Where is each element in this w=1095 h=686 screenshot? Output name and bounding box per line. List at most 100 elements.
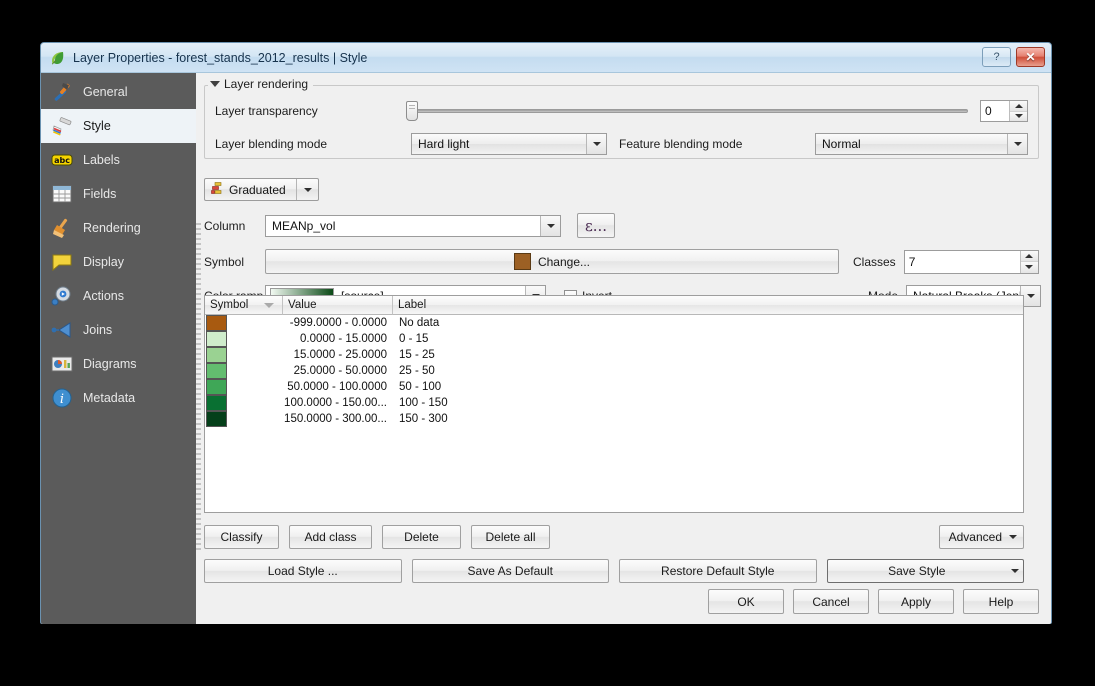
class-color-swatch[interactable] (206, 411, 227, 427)
class-color-swatch[interactable] (206, 379, 227, 395)
class-color-swatch[interactable] (206, 395, 227, 411)
slider-handle[interactable] (406, 101, 418, 121)
restore-default-style-button[interactable]: Restore Default Style (619, 559, 817, 583)
column-header-value[interactable]: Value (283, 296, 393, 315)
sidebar-item-label: Labels (83, 153, 120, 167)
save-as-default-button[interactable]: Save As Default (411, 559, 609, 583)
layer-transparency-slider[interactable] (406, 101, 968, 121)
help-button[interactable]: Help (963, 589, 1039, 614)
spin-down-button[interactable] (1020, 262, 1038, 273)
cell-value[interactable]: 25.0000 - 50.0000 (283, 363, 393, 379)
expression-builder-button[interactable]: ε... (577, 213, 615, 238)
layer-rendering-group: Layer rendering Layer transparency 0 Lay… (204, 77, 1039, 159)
sidebar-item-joins[interactable]: Joins (41, 313, 196, 347)
cancel-button[interactable]: Cancel (793, 589, 869, 614)
symbol-label: Symbol (204, 254, 245, 269)
renderer-value: Graduated (229, 182, 286, 197)
class-color-swatch[interactable] (206, 347, 227, 363)
classes-table[interactable]: Symbol Value Label -999.0000 - 0.0000 No … (204, 295, 1024, 513)
apply-button[interactable]: Apply (878, 589, 954, 614)
load-style-button[interactable]: Load Style ... (204, 559, 402, 583)
sidebar-item-rendering[interactable]: Rendering (41, 211, 196, 245)
chevron-down-icon[interactable] (586, 134, 606, 154)
table-row[interactable]: 25.0000 - 50.0000 25 - 50 (205, 363, 1023, 379)
table-row[interactable]: 15.0000 - 25.0000 15 - 25 (205, 347, 1023, 363)
table-row[interactable]: 150.0000 - 300.00... 150 - 300 (205, 411, 1023, 427)
add-class-button[interactable]: Add class (289, 525, 372, 549)
column-header-label-col[interactable]: Label (393, 296, 1023, 315)
chevron-down-icon[interactable] (1006, 560, 1023, 582)
classes-value[interactable]: 7 (904, 250, 1020, 273)
cell-value[interactable]: 50.0000 - 100.0000 (283, 379, 393, 395)
classify-button[interactable]: Classify (204, 525, 279, 549)
layer-blending-mode-value: Hard light (418, 137, 470, 151)
sidebar-item-style[interactable]: Style (41, 109, 196, 143)
cell-label[interactable]: 50 - 100 (393, 379, 1023, 395)
class-color-swatch[interactable] (206, 315, 227, 331)
panel-resize-grip[interactable] (196, 223, 201, 553)
chevron-down-icon[interactable] (1007, 134, 1027, 154)
layer-transparency-spinbox[interactable]: 0 (980, 100, 1028, 122)
cell-symbol[interactable] (205, 331, 283, 347)
spin-up-button[interactable] (1020, 250, 1038, 262)
spinner-buttons[interactable] (1009, 101, 1027, 121)
cell-label[interactable]: 15 - 25 (393, 347, 1023, 363)
cell-value[interactable]: 100.0000 - 150.00... (283, 395, 393, 411)
cell-label[interactable]: No data (393, 315, 1023, 331)
chevron-down-icon[interactable] (540, 215, 560, 236)
collapse-triangle-icon[interactable] (210, 81, 220, 87)
feature-blending-mode-label: Feature blending mode (619, 137, 743, 151)
cell-value[interactable]: 150.0000 - 300.00... (283, 411, 393, 427)
cell-symbol[interactable] (205, 411, 283, 427)
layer-blending-mode-combo[interactable]: Hard light (411, 133, 607, 155)
cell-symbol[interactable] (205, 395, 283, 411)
cell-symbol[interactable] (205, 347, 283, 363)
cell-symbol[interactable] (205, 315, 283, 331)
table-row[interactable]: -999.0000 - 0.0000 No data (205, 315, 1023, 331)
cell-label[interactable]: 25 - 50 (393, 363, 1023, 379)
sidebar-item-labels[interactable]: abc Labels (41, 143, 196, 177)
delete-button[interactable]: Delete (382, 525, 461, 549)
classes-spinbox[interactable]: 7 (903, 249, 1039, 274)
delete-all-button[interactable]: Delete all (471, 525, 550, 549)
cell-symbol[interactable] (205, 363, 283, 379)
sort-descending-icon (264, 303, 274, 308)
chevron-down-icon[interactable] (296, 179, 318, 200)
save-style-button[interactable]: Save Style (826, 559, 1024, 583)
advanced-menu-button[interactable]: Advanced (938, 525, 1024, 549)
table-row[interactable]: 50.0000 - 100.0000 50 - 100 (205, 379, 1023, 395)
class-color-swatch[interactable] (206, 331, 227, 347)
ok-button[interactable]: OK (708, 589, 784, 614)
column-header-symbol[interactable]: Symbol (205, 296, 283, 315)
renderer-type-combo[interactable]: Graduated (204, 178, 319, 201)
help-window-button[interactable]: ? (982, 47, 1011, 67)
cell-label[interactable]: 100 - 150 (393, 395, 1023, 411)
spinner-buttons[interactable] (1019, 250, 1038, 273)
transparency-value[interactable]: 0 (981, 101, 1009, 121)
spin-down-button[interactable] (1010, 111, 1027, 121)
column-combo[interactable]: MEANp_vol (265, 214, 561, 237)
table-body: -999.0000 - 0.0000 No data 0.0000 - 15.000… (205, 315, 1023, 427)
feature-blending-mode-combo[interactable]: Normal (815, 133, 1028, 155)
cell-label[interactable]: 150 - 300 (393, 411, 1023, 427)
save-style-label: Save Style (888, 564, 946, 578)
cell-symbol[interactable] (205, 379, 283, 395)
sidebar-item-metadata[interactable]: i Metadata (41, 381, 196, 415)
layer-rendering-title[interactable]: Layer rendering (208, 77, 314, 91)
sidebar-item-fields[interactable]: Fields (41, 177, 196, 211)
class-color-swatch[interactable] (206, 363, 227, 379)
sidebar-item-general[interactable]: General (41, 75, 196, 109)
table-row[interactable]: 100.0000 - 150.00... 100 - 150 (205, 395, 1023, 411)
symbol-change-button[interactable]: Change... (265, 249, 839, 274)
sidebar-item-diagrams[interactable]: Diagrams (41, 347, 196, 381)
sidebar-item-actions[interactable]: Actions (41, 279, 196, 313)
cell-value[interactable]: 0.0000 - 15.0000 (283, 331, 393, 347)
cell-label[interactable]: 0 - 15 (393, 331, 1023, 347)
spin-up-button[interactable] (1010, 101, 1027, 112)
title-bar[interactable]: Layer Properties - forest_stands_2012_re… (41, 43, 1051, 73)
cell-value[interactable]: 15.0000 - 25.0000 (283, 347, 393, 363)
table-row[interactable]: 0.0000 - 15.0000 0 - 15 (205, 331, 1023, 347)
sidebar-item-display[interactable]: Display (41, 245, 196, 279)
close-window-button[interactable]: ✕ (1016, 47, 1045, 67)
cell-value[interactable]: -999.0000 - 0.0000 (283, 315, 393, 331)
